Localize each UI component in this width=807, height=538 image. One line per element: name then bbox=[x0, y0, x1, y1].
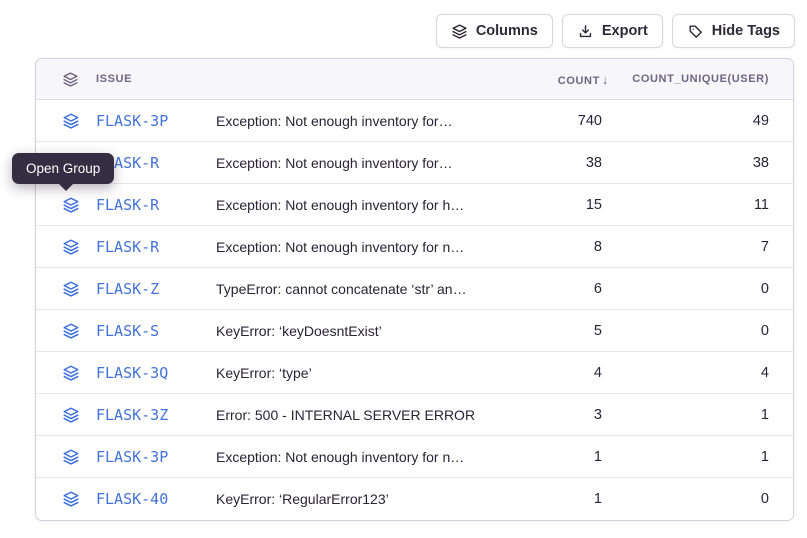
table-row: FLASK-S KeyError: ‘keyDoesntExist’ 5 0 bbox=[36, 310, 793, 352]
count-unique-value: 11 bbox=[609, 197, 769, 213]
issue-id-link[interactable]: FLASK-40 bbox=[96, 490, 216, 508]
issue-stack-icon[interactable] bbox=[36, 196, 96, 214]
table-row: FLASK-40 KeyError: ‘RegularError123’ 1 0 bbox=[36, 478, 793, 520]
columns-button[interactable]: Columns bbox=[436, 14, 553, 48]
count-value: 5 bbox=[529, 323, 609, 339]
count-unique-value: 38 bbox=[609, 155, 769, 171]
column-header-issue[interactable]: ISSUE bbox=[96, 73, 529, 85]
count-value: 1 bbox=[529, 449, 609, 465]
hide-tags-button[interactable]: Hide Tags bbox=[672, 14, 795, 48]
issue-message: TypeError: cannot concatenate ‘str’ an… bbox=[216, 281, 529, 297]
download-icon bbox=[577, 23, 594, 40]
issue-id-link[interactable]: FLASK-3P bbox=[96, 448, 216, 466]
count-unique-value: 7 bbox=[609, 239, 769, 255]
issue-message: KeyError: ‘keyDoesntExist’ bbox=[216, 323, 529, 339]
column-header-count[interactable]: COUNT↓ bbox=[529, 72, 609, 87]
issue-message: Error: 500 - INTERNAL SERVER ERROR bbox=[216, 407, 529, 423]
count-value: 3 bbox=[529, 407, 609, 423]
table-row: FLASK-R Exception: Not enough inventory … bbox=[36, 226, 793, 268]
issue-id-link[interactable]: FLASK-3P bbox=[96, 112, 216, 130]
column-header-count-unique[interactable]: COUNT_UNIQUE(USER) bbox=[609, 73, 769, 85]
open-group-tooltip: Open Group bbox=[12, 153, 114, 184]
layers-icon bbox=[451, 23, 468, 40]
count-unique-value: 0 bbox=[609, 281, 769, 297]
table-row: FLASK-R Exception: Not enough inventory … bbox=[36, 184, 793, 226]
issue-message: Exception: Not enough inventory for… bbox=[216, 113, 529, 129]
issue-stack-icon[interactable] bbox=[36, 112, 96, 130]
issue-id-link[interactable]: FLASK-R bbox=[96, 196, 216, 214]
issues-table: ISSUE COUNT↓ COUNT_UNIQUE(USER) FLASK-3P… bbox=[35, 58, 794, 521]
open-group-tooltip-label: Open Group bbox=[26, 161, 100, 176]
count-value: 1 bbox=[529, 491, 609, 507]
issue-stack-icon[interactable] bbox=[36, 364, 96, 382]
table-row: FLASK-3Z Error: 500 - INTERNAL SERVER ER… bbox=[36, 394, 793, 436]
count-value: 4 bbox=[529, 365, 609, 381]
export-button[interactable]: Export bbox=[562, 14, 663, 48]
export-button-label: Export bbox=[602, 23, 648, 39]
table-row: FLASK-3P Exception: Not enough inventory… bbox=[36, 436, 793, 478]
count-unique-value: 0 bbox=[609, 323, 769, 339]
count-unique-value: 49 bbox=[609, 113, 769, 129]
issue-id-link[interactable]: FLASK-3Q bbox=[96, 364, 216, 382]
table-row: FLASK-Z TypeError: cannot concatenate ‘s… bbox=[36, 268, 793, 310]
discover-results-page: Columns Export Hide Tags ISSUE COUNT↓ CO… bbox=[0, 0, 807, 538]
issue-message: Exception: Not enough inventory for h… bbox=[216, 197, 529, 213]
table-row: FLASK-R Exception: Not enough inventory … bbox=[36, 142, 793, 184]
issue-stack-header-icon bbox=[36, 71, 96, 88]
issue-id-link[interactable]: FLASK-S bbox=[96, 322, 216, 340]
table-row: FLASK-3P Exception: Not enough inventory… bbox=[36, 100, 793, 142]
columns-button-label: Columns bbox=[476, 23, 538, 39]
count-value: 6 bbox=[529, 281, 609, 297]
issue-stack-icon[interactable] bbox=[36, 448, 96, 466]
count-unique-value: 1 bbox=[609, 449, 769, 465]
count-value: 740 bbox=[529, 113, 609, 129]
issue-message: KeyError: ‘RegularError123’ bbox=[216, 491, 529, 507]
issue-stack-icon[interactable] bbox=[36, 490, 96, 508]
issue-stack-icon[interactable] bbox=[36, 322, 96, 340]
table-header-row: ISSUE COUNT↓ COUNT_UNIQUE(USER) bbox=[36, 59, 793, 100]
issue-id-link[interactable]: FLASK-3Z bbox=[96, 406, 216, 424]
count-unique-value: 1 bbox=[609, 407, 769, 423]
tag-icon bbox=[687, 23, 704, 40]
issue-message: Exception: Not enough inventory for… bbox=[216, 155, 529, 171]
sort-desc-icon: ↓ bbox=[602, 72, 609, 87]
count-value: 15 bbox=[529, 197, 609, 213]
issue-stack-icon[interactable] bbox=[36, 406, 96, 424]
table-body: FLASK-3P Exception: Not enough inventory… bbox=[36, 100, 793, 520]
issue-message: Exception: Not enough inventory for n… bbox=[216, 239, 529, 255]
issue-id-link[interactable]: FLASK-R bbox=[96, 238, 216, 256]
hide-tags-button-label: Hide Tags bbox=[712, 23, 780, 39]
toolbar: Columns Export Hide Tags bbox=[436, 14, 795, 48]
count-unique-value: 0 bbox=[609, 491, 769, 507]
count-value: 38 bbox=[529, 155, 609, 171]
table-row: FLASK-3Q KeyError: ‘type’ 4 4 bbox=[36, 352, 793, 394]
issue-message: Exception: Not enough inventory for n… bbox=[216, 449, 529, 465]
issue-stack-icon[interactable] bbox=[36, 238, 96, 256]
issue-id-link[interactable]: FLASK-Z bbox=[96, 280, 216, 298]
count-value: 8 bbox=[529, 239, 609, 255]
count-unique-value: 4 bbox=[609, 365, 769, 381]
issue-stack-icon[interactable] bbox=[36, 280, 96, 298]
issue-message: KeyError: ‘type’ bbox=[216, 365, 529, 381]
